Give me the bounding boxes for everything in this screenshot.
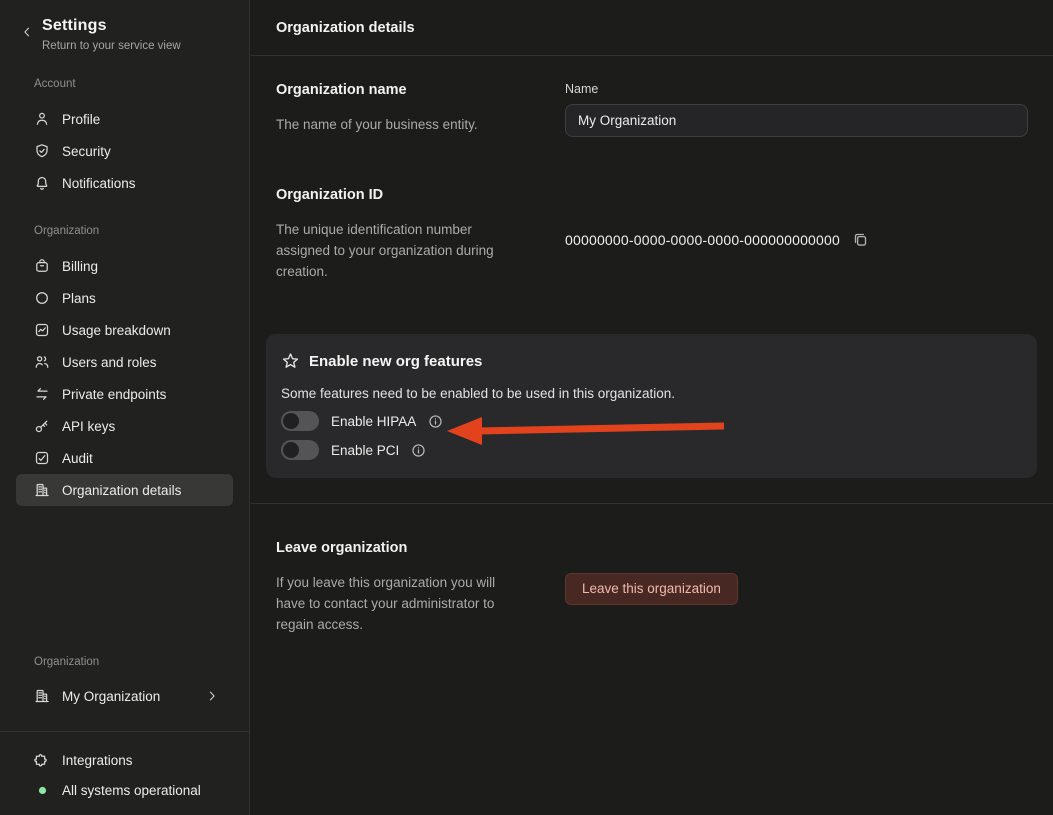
sidebar-item-label: Usage breakdown bbox=[62, 323, 171, 338]
sidebar-item-plans[interactable]: Plans bbox=[16, 282, 233, 314]
leave-organization-section: Leave organization If you leave this org… bbox=[251, 540, 1053, 635]
sidebar-item-label: API keys bbox=[62, 419, 115, 434]
enable-pci-label: Enable PCI bbox=[331, 443, 399, 458]
sidebar-item-label: Users and roles bbox=[62, 355, 157, 370]
star-icon bbox=[281, 352, 300, 371]
features-card-description: Some features need to be enabled to be u… bbox=[281, 386, 1017, 401]
status-dot-icon bbox=[38, 786, 47, 795]
sidebar-item-organization-details[interactable]: Organization details bbox=[16, 474, 233, 506]
chevron-left-icon bbox=[20, 25, 34, 39]
organization-name-input[interactable] bbox=[565, 104, 1028, 137]
leave-organization-button[interactable]: Leave this organization bbox=[565, 573, 738, 605]
key-icon bbox=[34, 418, 50, 434]
section-label-account: Account bbox=[34, 78, 249, 90]
sidebar-item-label: Notifications bbox=[62, 176, 136, 191]
copy-icon[interactable] bbox=[852, 231, 869, 248]
sidebar-header: Settings Return to your service view bbox=[0, 0, 249, 52]
building-icon bbox=[34, 482, 50, 498]
sidebar-item-label: Audit bbox=[62, 451, 93, 466]
enable-hipaa-label: Enable HIPAA bbox=[331, 414, 416, 429]
shield-check-icon bbox=[34, 143, 50, 159]
sidebar-item-label: Organization details bbox=[62, 483, 181, 498]
leave-description: If you leave this organization you will … bbox=[276, 572, 526, 635]
org-id-title: Organization ID bbox=[276, 187, 565, 203]
sidebar-item-billing[interactable]: Billing bbox=[16, 250, 233, 282]
page-title: Organization details bbox=[276, 20, 415, 36]
sidebar-item-label: Profile bbox=[62, 112, 100, 127]
sidebar-item-label: Private endpoints bbox=[62, 387, 166, 402]
sidebar-item-label: Billing bbox=[62, 259, 98, 274]
sidebar-item-security[interactable]: Security bbox=[16, 135, 233, 167]
sidebar-item-api-keys[interactable]: API keys bbox=[16, 410, 233, 442]
section-label-organization-switcher: Organization bbox=[34, 656, 249, 668]
organization-switcher[interactable]: My Organization bbox=[16, 681, 233, 711]
sidebar-item-notifications[interactable]: Notifications bbox=[16, 167, 233, 199]
sidebar-item-profile[interactable]: Profile bbox=[16, 103, 233, 135]
settings-sidebar: Settings Return to your service view Acc… bbox=[0, 0, 250, 815]
sidebar-item-private-endpoints[interactable]: Private endpoints bbox=[16, 378, 233, 410]
main-content: Organization details Organization name T… bbox=[251, 0, 1053, 815]
info-icon[interactable] bbox=[411, 443, 426, 458]
organization-id-value: 00000000-0000-0000-0000-000000000000 bbox=[565, 232, 840, 248]
organization-switcher-label: My Organization bbox=[62, 689, 160, 704]
building-icon bbox=[34, 688, 50, 704]
divider bbox=[251, 503, 1053, 504]
info-icon[interactable] bbox=[428, 414, 443, 429]
name-field-label: Name bbox=[565, 82, 1028, 96]
sidebar-item-label: Plans bbox=[62, 291, 96, 306]
enable-hipaa-toggle[interactable] bbox=[281, 411, 319, 431]
system-status-link[interactable]: All systems operational bbox=[16, 775, 233, 805]
back-button[interactable] bbox=[20, 17, 34, 52]
features-card-title: Enable new org features bbox=[309, 353, 482, 370]
org-id-description: The unique identification number assigne… bbox=[276, 219, 526, 282]
audit-check-icon bbox=[34, 450, 50, 466]
sidebar-item-users-and-roles[interactable]: Users and roles bbox=[16, 346, 233, 378]
integrations-label: Integrations bbox=[62, 753, 133, 768]
sidebar-footer: Organization My Organization Integration… bbox=[0, 656, 249, 815]
swap-arrows-icon bbox=[34, 386, 50, 402]
toggle-knob bbox=[283, 413, 299, 429]
org-name-description: The name of your business entity. bbox=[276, 114, 526, 135]
chevron-right-icon bbox=[205, 689, 219, 703]
bell-icon bbox=[34, 175, 50, 191]
user-icon bbox=[34, 111, 50, 127]
enable-pci-toggle[interactable] bbox=[281, 440, 319, 460]
leave-title: Leave organization bbox=[276, 540, 565, 556]
organization-name-section: Organization name The name of your busin… bbox=[251, 82, 1053, 137]
integrations-link[interactable]: Integrations bbox=[16, 745, 233, 775]
section-label-organization: Organization bbox=[34, 225, 249, 237]
divider bbox=[0, 731, 249, 732]
sidebar-item-label: Security bbox=[62, 144, 111, 159]
puzzle-icon bbox=[34, 752, 50, 768]
wallet-icon bbox=[34, 258, 50, 274]
hipaa-toggle-row: Enable HIPAA bbox=[281, 411, 1017, 431]
sidebar-item-usage-breakdown[interactable]: Usage breakdown bbox=[16, 314, 233, 346]
circle-icon bbox=[34, 290, 50, 306]
sidebar-title: Settings bbox=[42, 17, 181, 35]
org-name-title: Organization name bbox=[276, 82, 565, 98]
page-header: Organization details bbox=[251, 0, 1053, 56]
sidebar-item-audit[interactable]: Audit bbox=[16, 442, 233, 474]
toggle-knob bbox=[283, 442, 299, 458]
system-status-label: All systems operational bbox=[62, 783, 201, 798]
users-icon bbox=[34, 354, 50, 370]
chart-icon bbox=[34, 322, 50, 338]
pci-toggle-row: Enable PCI bbox=[281, 440, 1017, 460]
organization-id-section: Organization ID The unique identificatio… bbox=[251, 187, 1053, 282]
enable-features-card: Enable new org features Some features ne… bbox=[266, 334, 1037, 478]
sidebar-subtitle: Return to your service view bbox=[42, 40, 181, 52]
